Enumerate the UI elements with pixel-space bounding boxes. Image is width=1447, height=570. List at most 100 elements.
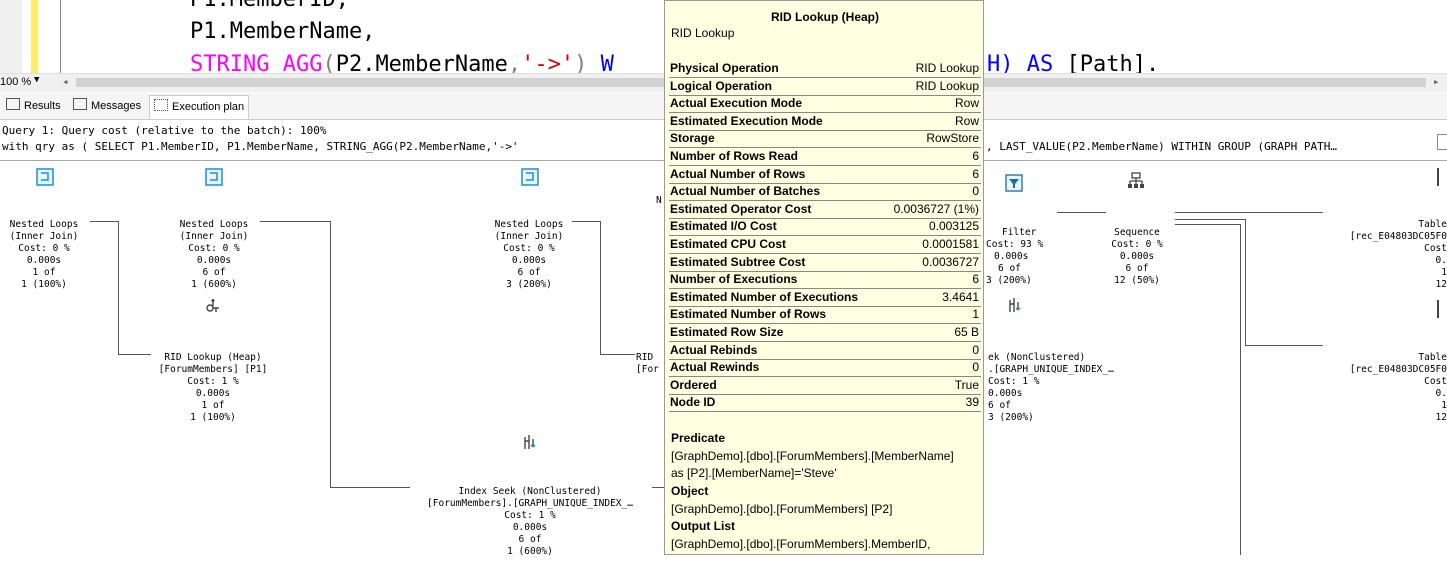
property-name: Estimated CPU Cost — [670, 237, 787, 251]
filter-icon[interactable] — [1005, 174, 1023, 196]
plan-node-sequence[interactable]: Sequence Cost: 0 % 0.000s 6 of 12 (50%) — [1100, 203, 1174, 299]
query-sql-line: with qry as ( SELECT P1.MemberID, P1.Mem… — [2, 140, 519, 153]
property-row: Estimated Execution Mode Row — [669, 113, 981, 131]
property-row: Storage RowStore — [669, 130, 981, 149]
grid-icon — [6, 98, 20, 110]
property-name: Estimated Row Size — [670, 325, 784, 339]
property-name: Node ID — [670, 395, 716, 410]
code-line-3: STRING_AGG(P2.MemberName,'->') W — [190, 52, 614, 73]
predicate-value-1: [GraphDemo].[dbo].[ForumMembers].[Member… — [671, 449, 954, 463]
object-value: [GraphDemo].[dbo].[ForumMembers] [P2] — [671, 502, 893, 516]
scroll-right-icon[interactable]: ▸ — [1433, 75, 1440, 88]
property-row: Estimated Row Size 65 B — [669, 324, 981, 342]
plan-node-table-1[interactable]: Table [rec_E04803DC05F0 Cost 0. 1 12 — [1322, 195, 1447, 303]
plan-node-rid-lookup-1[interactable]: RID Lookup (Heap) [ForumMembers] [P1] Cost… — [148, 328, 278, 436]
code-line-2: P1.MemberName, — [190, 19, 376, 44]
property-row: Ordered True — [669, 377, 981, 395]
query-sql-line-tail: , LAST_VALUE(P2.MemberName) WITHIN GROUP… — [986, 140, 1337, 153]
property-row: Number of Rows Read 6 — [669, 148, 981, 166]
nested-loops-icon[interactable] — [521, 168, 539, 190]
property-name: Number of Rows Read — [670, 149, 799, 163]
plan-node-index-seek-2[interactable]: ek (NonClustered) .[GRAPH_UNIQUE_INDEX_… C… — [988, 328, 1158, 436]
property-row: Actual Number of Rows 6 — [669, 166, 981, 184]
property-name: Number of Executions — [670, 272, 798, 287]
property-row: Node ID 39 — [669, 394, 981, 413]
property-value: 6 — [972, 166, 979, 181]
sequence-icon[interactable] — [1127, 172, 1145, 194]
property-value: 6 — [972, 149, 979, 163]
property-value: 0 — [972, 184, 979, 199]
plan-node-nested-loops-2[interactable]: Nested Loops (Inner Join) Cost: 0 % 0.000s 6… — [168, 195, 260, 303]
zoom-dropdown-icon[interactable]: ▼ — [34, 75, 39, 85]
zoom-level[interactable]: 100 % — [0, 76, 31, 88]
property-value: 65 B — [954, 325, 979, 339]
code-line-3-tail: H) AS [Path]. — [987, 52, 1160, 73]
change-indicator-bar — [31, 0, 38, 73]
code-line-1: P1.MemberID, — [190, 0, 349, 13]
property-value: 0.0001581 — [922, 237, 979, 251]
property-row: Logical Operation RID Lookup — [669, 78, 981, 96]
tab-messages[interactable]: Messages — [69, 95, 145, 117]
plan-node-rid-lookup-2[interactable]: RID [For — [636, 328, 666, 388]
property-name: Estimated Subtree Cost — [670, 254, 806, 269]
predicate-value-2: as [P2].[MemberName]='Steve' — [671, 466, 837, 480]
property-row: Estimated CPU Cost 0.0001581 — [669, 236, 981, 254]
plan-node-index-seek-1[interactable]: Index Seek (NonClustered) [ForumMembers].… — [406, 462, 654, 570]
property-row: Estimated Number of Rows 1 — [669, 306, 981, 325]
property-row: Estimated Operator Cost 0.0036727 (1%) — [669, 201, 981, 219]
property-row: Estimated Number of Executions 3.4641 — [669, 289, 981, 307]
nested-loops-icon[interactable] — [36, 168, 54, 190]
table-icon[interactable] — [1437, 300, 1447, 318]
property-row: Estimated I/O Cost 0.003125 — [669, 218, 981, 237]
tab-execution-plan[interactable]: Execution plan — [149, 95, 250, 119]
property-value: RowStore — [926, 131, 979, 146]
property-value: 0.003125 — [928, 219, 979, 234]
property-value: 0 — [972, 360, 979, 375]
tooltip-title: RID Lookup (Heap) — [771, 10, 879, 24]
property-value: Row — [954, 113, 979, 128]
plan-node-nested-loops-3[interactable]: Nested Loops (Inner Join) Cost: 0 % 0.000s 6… — [484, 195, 574, 303]
operator-properties-tooltip: RID Lookup (Heap) RID Lookup Physical Op… — [664, 0, 984, 555]
property-row: Actual Rewinds 0 — [669, 359, 981, 378]
property-name: Estimated Number of Executions — [670, 289, 859, 304]
scroll-left-icon[interactable]: ◂ — [62, 75, 69, 88]
editor-gutter — [0, 0, 22, 73]
query-text-expand-button[interactable] — [1437, 134, 1447, 150]
index-seek-icon[interactable] — [521, 433, 539, 455]
property-value: 1 — [972, 307, 979, 322]
predicate-label: Predicate — [671, 431, 726, 445]
nested-loops-icon[interactable] — [205, 168, 223, 190]
rid-lookup-icon[interactable] — [204, 298, 222, 320]
plan-node-filter[interactable]: Filter Cost: 93 % 0.000s 6 of 3 (200%) — [986, 203, 1056, 299]
object-label: Object — [671, 484, 709, 498]
property-value: 6 — [972, 272, 979, 287]
property-row: Number of Executions 6 — [669, 271, 981, 290]
table-icon[interactable] — [1437, 168, 1447, 186]
property-name: Estimated Number of Rows — [670, 307, 827, 322]
tooltip-subtitle: RID Lookup — [671, 26, 735, 40]
property-value: RID Lookup — [915, 61, 979, 75]
property-value: 0.0036727 (1%) — [893, 201, 979, 216]
property-value: RID Lookup — [915, 78, 979, 93]
outline-line — [60, 0, 61, 73]
property-name: Estimated Execution Mode — [670, 113, 823, 128]
execution-plan-icon — [154, 99, 168, 111]
output-list-value: [GraphDemo].[dbo].[ForumMembers].MemberI… — [671, 537, 931, 551]
index-seek-icon[interactable] — [1006, 296, 1024, 318]
property-name: Actual Rewinds — [670, 360, 760, 375]
plan-node-table-2[interactable]: Table [rec_E04803DC05F0 Cost 0. 1 12 — [1322, 328, 1447, 436]
property-row: Actual Rebinds 0 — [669, 342, 981, 360]
property-name: Ordered — [670, 377, 717, 392]
output-list-label: Output List — [671, 519, 735, 533]
property-name: Actual Rebinds — [670, 342, 758, 357]
property-name: Actual Number of Batches — [670, 184, 821, 199]
property-row: Actual Execution Mode Row — [669, 95, 981, 114]
plan-node-nested-loops-1[interactable]: Nested Loops (Inner Join) Cost: 0 % 0.000s 1… — [0, 195, 88, 303]
property-name: Logical Operation — [670, 78, 773, 93]
property-name: Estimated Operator Cost — [670, 201, 812, 216]
property-name: Actual Number of Rows — [670, 166, 806, 181]
property-name: Storage — [670, 131, 715, 146]
property-value: 3.4641 — [942, 289, 979, 304]
property-value: 39 — [965, 395, 979, 410]
tab-results[interactable]: Results — [2, 95, 65, 117]
